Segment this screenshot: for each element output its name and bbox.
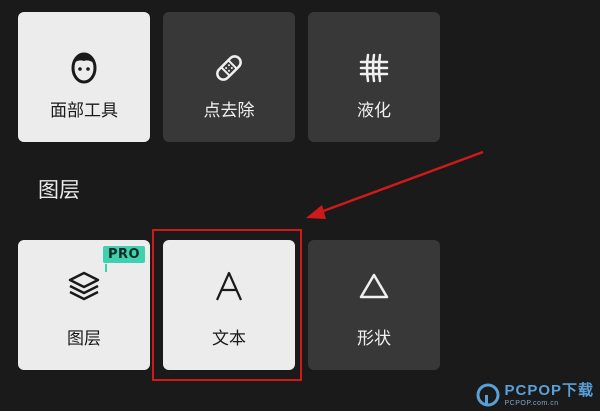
- watermark: PCPOP下载 PCPOP.com.cn: [476, 383, 594, 407]
- watermark-brand: PCPOP下载: [504, 382, 594, 399]
- pcpop-logo-icon: [476, 383, 500, 407]
- watermark-subtitle: PCPOP.com.cn: [504, 400, 559, 407]
- arrow-annotation: [306, 150, 484, 219]
